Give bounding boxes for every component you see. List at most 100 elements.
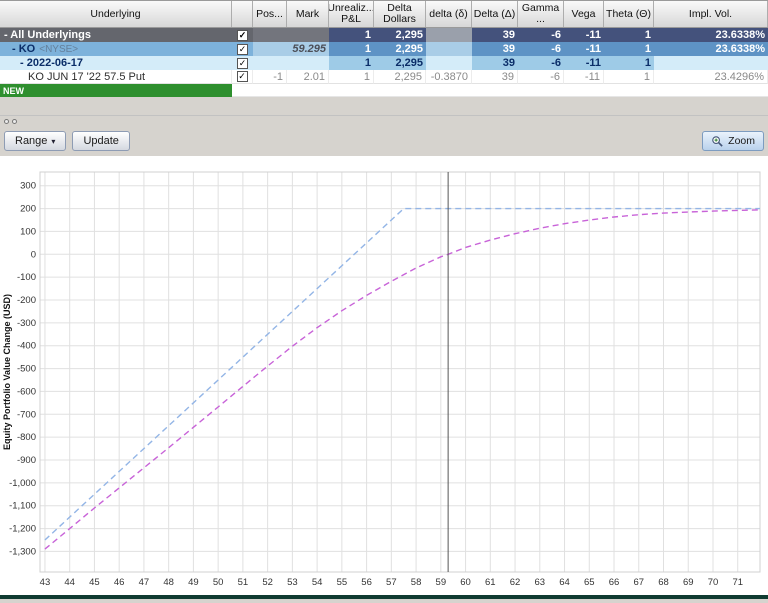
splitter-dot (12, 118, 17, 124)
cell-ivol: 23.6338% (654, 42, 768, 56)
pnl-chart-svg[interactable]: 43 44 45 46 47 48 49 50 51 52 53 54 55 56 57 58 59 60 61 62… (0, 156, 768, 598)
x-tick-label: 57 (386, 577, 397, 588)
x-tick-label: 43 (40, 577, 51, 588)
table-row[interactable]: - KO <NYSE> ✓ 59.295 1 2,295 39 -6 -11 1 23.6338% (0, 42, 768, 56)
y-tick-label: -500 (17, 364, 36, 375)
window-border (0, 595, 768, 599)
cell-delta_s (426, 56, 472, 70)
underlying-cell: - All Underlyings (0, 28, 232, 42)
x-tick-label: 62 (510, 577, 521, 588)
y-tick-label: -1,100 (9, 501, 36, 512)
zoom-button[interactable]: Zoom (702, 131, 764, 151)
magnifier-icon (712, 135, 723, 147)
checkbox-cell: ✓ (232, 70, 253, 84)
cell-mark: 59.295 (287, 42, 329, 56)
y-tick-label: -100 (17, 272, 36, 283)
column-header-check[interactable] (232, 1, 253, 27)
column-header-unrl[interactable]: Unrealiz... P&L (329, 1, 374, 27)
x-tick-label: 67 (633, 577, 644, 588)
table-header-row: Underlying Pos... Mark Unrealiz... P&L Delta… (0, 1, 768, 28)
column-header-ivol[interactable]: Impl. Vol. (654, 1, 768, 27)
y-tick-label: -600 (17, 386, 36, 397)
cell-ivol: 23.4296% (654, 70, 768, 84)
column-header-underlying[interactable]: Underlying (0, 1, 232, 27)
x-tick-label: 60 (460, 577, 471, 588)
range-button-label: Range (15, 135, 48, 147)
y-tick-label: -200 (17, 295, 36, 306)
x-tick-label: 54 (312, 577, 323, 588)
cell-ivol (654, 56, 768, 70)
chart-toolbar: Range ▾ Update Zoom (0, 126, 768, 156)
column-header-pos[interactable]: Pos... (253, 1, 287, 27)
checkbox-cell: ✓ (232, 56, 253, 70)
row-checkbox[interactable]: ✓ (237, 57, 248, 69)
table-row[interactable]: KO JUN 17 '22 57.5 Put ✓ -1 2.01 1 2,295 -0.38… (0, 70, 768, 84)
row-label: - KO (12, 43, 36, 55)
x-tick-label: 61 (485, 577, 496, 588)
cell-mark (287, 28, 329, 42)
cell-unrl: 1 (329, 42, 374, 56)
table-row[interactable]: - All Underlyings ✓ 1 2,295 39 -6 -11 1 23.6338% (0, 28, 768, 42)
column-header-delta_s[interactable]: delta (δ) (426, 1, 472, 27)
y-tick-label: -800 (17, 432, 36, 443)
cell-mark: 2.01 (287, 70, 329, 84)
panel-splitter[interactable] (0, 115, 768, 126)
range-button[interactable]: Range ▾ (4, 131, 67, 151)
x-tick-label: 66 (609, 577, 620, 588)
underlying-cell: - KO <NYSE> (0, 42, 232, 56)
cell-gamma: -6 (518, 42, 564, 56)
x-tick-label: 46 (114, 577, 125, 588)
pnl-chart[interactable]: 43 44 45 46 47 48 49 50 51 52 53 54 55 56 57 58 59 60 61 62… (0, 156, 768, 598)
new-row-badge[interactable]: NEW (0, 84, 232, 97)
x-tick-label: 65 (584, 577, 595, 588)
cell-pos: -1 (253, 70, 287, 84)
cell-dd: 2,295 (374, 42, 426, 56)
cell-delta: 39 (472, 28, 518, 42)
update-button-label: Update (83, 135, 119, 147)
cell-pos (253, 28, 287, 42)
cell-unrl: 1 (329, 28, 374, 42)
y-tick-label: 0 (31, 249, 36, 260)
y-tick-label: -1,300 (9, 546, 36, 557)
table-row[interactable]: NEW (0, 84, 768, 97)
table-row[interactable]: - 2022-06-17 ✓ 1 2,295 39 -6 -11 1 (0, 56, 768, 70)
column-header-vega[interactable]: Vega (564, 1, 604, 27)
cell-gamma: -6 (518, 28, 564, 42)
cell-mark (287, 56, 329, 70)
y-tick-label: 200 (20, 204, 36, 215)
x-tick-label: 55 (337, 577, 348, 588)
x-tick-label: 52 (262, 577, 273, 588)
column-header-gamma[interactable]: Gamma ... (518, 1, 564, 27)
cell-delta_s (426, 28, 472, 42)
underlying-cell: KO JUN 17 '22 57.5 Put (0, 70, 232, 84)
cell-theta: 1 (604, 28, 654, 42)
y-tick-label: -700 (17, 409, 36, 420)
cell-theta: 1 (604, 56, 654, 70)
cell-gamma: -6 (518, 70, 564, 84)
cell-dd: 2,295 (374, 56, 426, 70)
column-header-dd[interactable]: Delta Dollars (374, 1, 426, 27)
y-tick-label: -1,000 (9, 478, 36, 489)
cell-delta_s (426, 42, 472, 56)
cell-delta: 39 (472, 70, 518, 84)
cell-unrl: 1 (329, 70, 374, 84)
chart-background (0, 156, 768, 598)
column-header-theta[interactable]: Theta (Θ) (604, 1, 654, 27)
x-tick-label: 51 (238, 577, 249, 588)
update-button[interactable]: Update (72, 131, 130, 151)
x-tick-label: 50 (213, 577, 224, 588)
x-tick-label: 68 (658, 577, 669, 588)
row-checkbox[interactable]: ✓ (237, 29, 248, 41)
row-checkbox[interactable]: ✓ (236, 71, 248, 82)
x-tick-label: 45 (89, 577, 100, 588)
cell-delta_s: -0.3870 (426, 70, 472, 84)
column-header-mark[interactable]: Mark (287, 1, 329, 27)
column-header-delta[interactable]: Delta (Δ) (472, 1, 518, 27)
cell-theta: 1 (604, 70, 654, 84)
row-label: - 2022-06-17 (20, 57, 83, 69)
cell-pos (253, 42, 287, 56)
x-tick-label: 44 (64, 577, 75, 588)
row-checkbox[interactable]: ✓ (237, 43, 248, 55)
y-tick-label: 100 (20, 226, 36, 237)
cell-vega: -11 (564, 56, 604, 70)
